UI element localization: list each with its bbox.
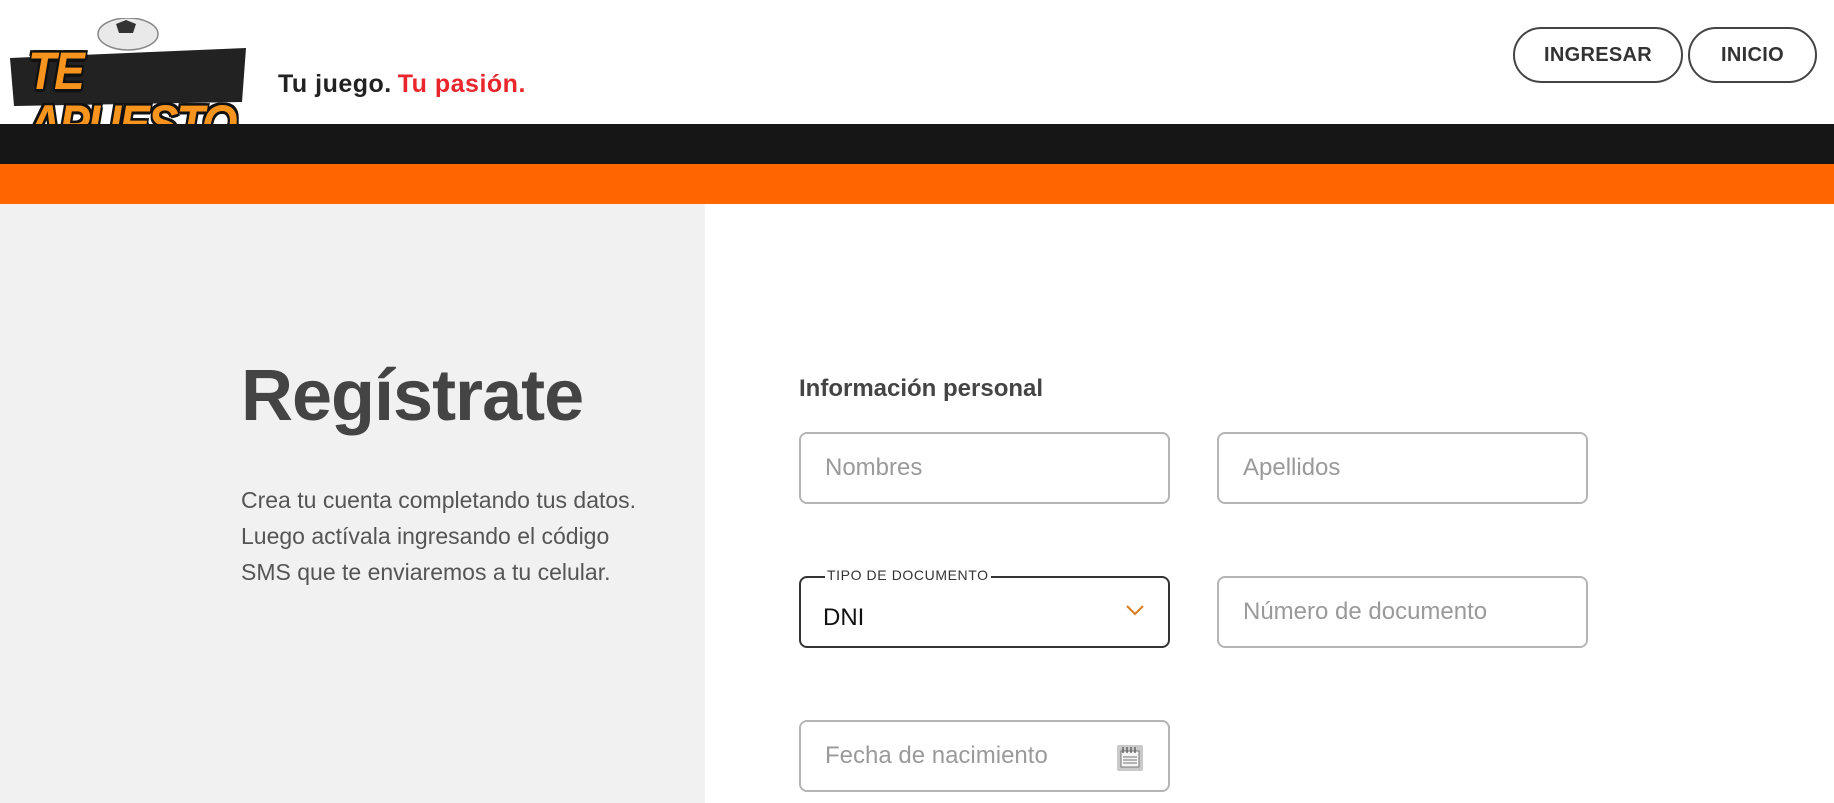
tagline-part-2: Tu pasión. bbox=[397, 70, 526, 98]
calendar-icon[interactable] bbox=[1116, 744, 1144, 772]
login-button[interactable]: INGRESAR bbox=[1513, 27, 1683, 83]
birth-date-field[interactable] bbox=[799, 720, 1170, 792]
last-name-field[interactable] bbox=[1217, 432, 1588, 504]
tagline: Tu juego. Tu pasión. bbox=[278, 70, 526, 99]
last-name-input[interactable] bbox=[1243, 434, 1543, 502]
home-button[interactable]: INICIO bbox=[1688, 27, 1817, 83]
document-type-label: TIPO DE DOCUMENTO bbox=[825, 567, 991, 583]
document-number-field[interactable] bbox=[1217, 576, 1588, 648]
header-black-band bbox=[0, 124, 1834, 164]
first-name-input[interactable] bbox=[825, 434, 1125, 502]
document-type-value: DNI bbox=[823, 604, 865, 631]
header-orange-band bbox=[0, 164, 1834, 204]
intro-panel: Regístrate Crea tu cuenta completando tu… bbox=[0, 204, 705, 803]
document-type-select[interactable]: TIPO DE DOCUMENTO DNI bbox=[799, 567, 1170, 648]
intro-description: Crea tu cuenta completando tus datos. Lu… bbox=[241, 487, 637, 585]
chevron-down-icon[interactable] bbox=[1124, 602, 1146, 618]
tagline-part-1: Tu juego. bbox=[278, 70, 392, 98]
page-title: Regístrate bbox=[241, 356, 584, 436]
te-apuesto-logo[interactable]: TE APUESTO bbox=[10, 18, 246, 150]
personal-info-heading: Información personal bbox=[799, 375, 1044, 402]
first-name-field[interactable] bbox=[799, 432, 1170, 504]
birth-date-input[interactable] bbox=[825, 722, 1085, 790]
document-number-input[interactable] bbox=[1243, 578, 1543, 646]
site-header: TE APUESTO Tu juego.Tu pasión. INGRESAR … bbox=[0, 0, 1834, 150]
